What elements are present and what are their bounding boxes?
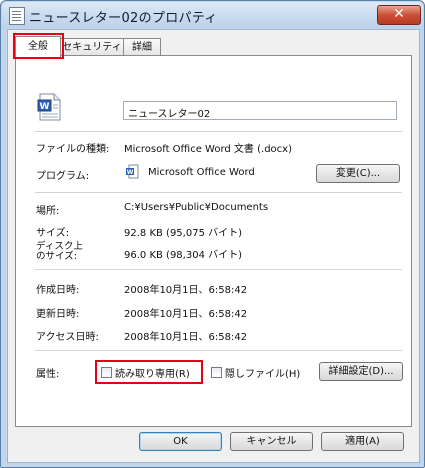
separator [35,350,402,351]
document-icon [9,7,25,25]
file-name-field[interactable]: ニュースレター02 [123,101,397,120]
disk-size-label-line2: のサイズ: [36,251,77,262]
close-button[interactable]: ✕ [377,5,421,25]
apply-button[interactable]: 適用(A) [321,432,404,451]
separator [35,192,402,193]
tab-security[interactable]: セキュリティ [59,38,125,56]
word-document-icon: W [37,93,61,121]
disk-size-value: 96.0 KB (98,304 バイト) [124,250,243,261]
general-tab-panel: W ニュースレター02 ファイルの種類: Microsoft Office Wo… [15,55,412,427]
attributes-label: 属性: [36,369,60,380]
program-label: プログラム: [36,171,90,182]
svg-text:W: W [40,102,50,112]
separator [35,269,402,270]
accessed-value: 2008年10月1日、6:58:42 [124,332,248,343]
file-type-value: Microsoft Office Word 文書 (.docx) [124,144,292,155]
hidden-checkbox[interactable] [211,367,222,378]
readonly-checkbox[interactable] [101,367,112,378]
accessed-label: アクセス日時: [36,332,99,343]
hidden-label[interactable]: 隠しファイル(H) [225,365,300,380]
size-label: サイズ: [36,228,70,239]
readonly-label[interactable]: 読み取り専用(R) [115,365,190,380]
word-program-icon: W [126,164,139,179]
dialog-client-area: 全般 セキュリティ 詳細 W ニュースレター02 ファイルの種類: Micros… [7,29,420,463]
created-value: 2008年10月1日、6:58:42 [124,285,248,296]
tab-details[interactable]: 詳細 [123,38,161,56]
size-value: 92.8 KB (95,075 バイト) [124,228,243,239]
location-value: C:¥Users¥Public¥Documents [124,202,269,213]
created-label: 作成日時: [36,285,80,296]
program-value: Microsoft Office Word [148,167,255,178]
separator [35,131,402,132]
svg-text:W: W [127,169,134,176]
advanced-settings-button[interactable]: 詳細設定(D)... [319,362,403,381]
properties-dialog: ニュースレター02のプロパティ ✕ 全般 セキュリティ 詳細 W ニュースレター… [0,0,425,468]
modified-label: 更新日時: [36,309,80,320]
title-bar[interactable]: ニュースレター02のプロパティ ✕ [2,2,423,28]
tab-general[interactable]: 全般 [15,36,61,57]
cancel-button[interactable]: キャンセル [230,432,313,451]
ok-button[interactable]: OK [139,432,222,451]
window-title: ニュースレター02のプロパティ [29,11,218,26]
modified-value: 2008年10月1日、6:58:42 [124,309,248,320]
location-label: 場所: [36,206,60,217]
file-type-label: ファイルの種類: [36,144,110,155]
change-program-button[interactable]: 変更(C)... [316,164,400,183]
